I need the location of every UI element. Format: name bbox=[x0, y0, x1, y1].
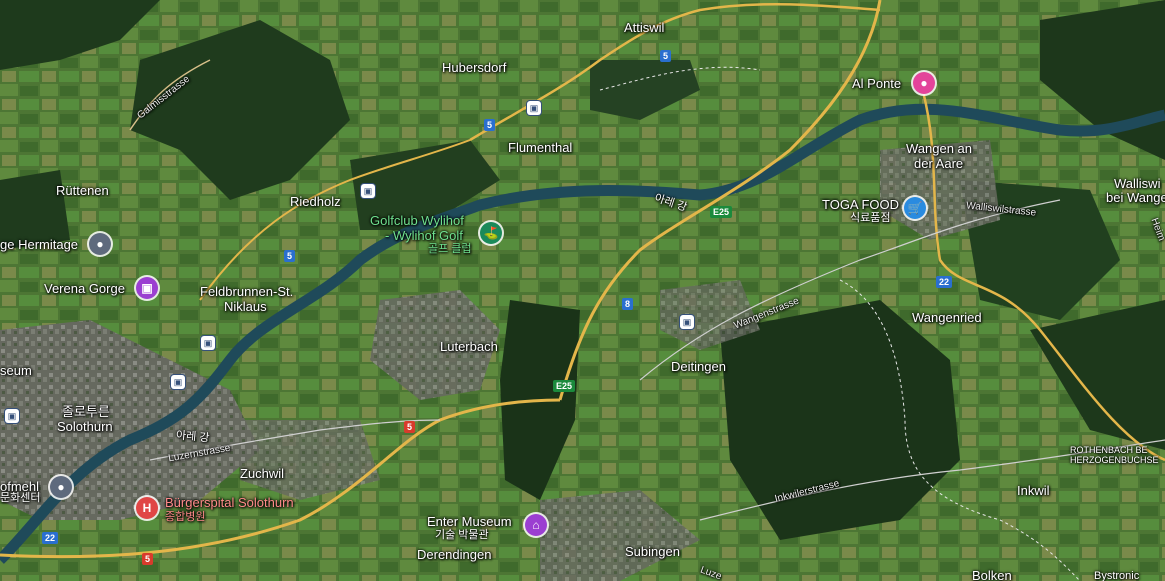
train-station-icon[interactable]: ▣ bbox=[361, 184, 375, 198]
place-hermitage[interactable]: ge Hermitage bbox=[0, 237, 78, 252]
shopping-cart-pin-icon[interactable]: 🛒 bbox=[904, 197, 926, 219]
place-al-ponte[interactable]: Al Ponte bbox=[852, 76, 901, 91]
train-station-icon[interactable]: ▣ bbox=[527, 101, 541, 115]
place-zuchwil[interactable]: Zuchwil bbox=[240, 466, 284, 481]
train-station-icon[interactable]: ▣ bbox=[171, 375, 185, 389]
road-shield-5: 5 bbox=[404, 421, 416, 433]
place-subingen[interactable]: Subingen bbox=[625, 544, 680, 559]
place-museum-ko[interactable]: 기술 박물관 bbox=[435, 529, 489, 541]
place-buergerspital-ko[interactable]: 종합병원 bbox=[165, 511, 205, 523]
hospital-pin-icon[interactable]: H bbox=[136, 497, 158, 519]
golf-pin-icon[interactable]: ⛳ bbox=[480, 222, 502, 244]
place-wangen-an[interactable]: Wangen an bbox=[906, 141, 972, 156]
place-flumenthal[interactable]: Flumenthal bbox=[508, 140, 572, 155]
place-wangenried[interactable]: Wangenried bbox=[912, 310, 982, 325]
place-pin-icon[interactable]: ● bbox=[50, 476, 72, 498]
place-toga-food-ko[interactable]: 식료품점 bbox=[850, 212, 890, 224]
road-shield-5: 5 bbox=[484, 119, 496, 131]
place-verena-gorge[interactable]: Verena Gorge bbox=[44, 281, 125, 296]
place-wylihof-golf[interactable]: - Wylihof Golf bbox=[385, 228, 463, 243]
place-attiswil[interactable]: Attiswil bbox=[624, 20, 664, 35]
place-golf-ko[interactable]: 골프 클럽 bbox=[428, 243, 472, 255]
landmark-pin-icon[interactable]: ● bbox=[89, 233, 111, 255]
map-view[interactable]: Attiswil Hubersdorf Flumenthal Al Ponte … bbox=[0, 0, 1165, 581]
place-inkwil[interactable]: Inkwil bbox=[1017, 483, 1050, 498]
train-station-icon[interactable]: ▣ bbox=[5, 409, 19, 423]
place-bolken[interactable]: Bolken bbox=[972, 568, 1012, 581]
road-shield-e25: E25 bbox=[710, 206, 733, 218]
road-shield-5: 5 bbox=[660, 50, 672, 62]
place-ruttenen[interactable]: Rüttenen bbox=[56, 183, 109, 198]
place-toga-food[interactable]: TOGA FOOD bbox=[822, 197, 899, 212]
place-solothurn[interactable]: Solothurn bbox=[57, 419, 113, 434]
place-riedholz[interactable]: Riedholz bbox=[290, 194, 341, 209]
hotel-pin-icon[interactable]: ● bbox=[913, 72, 935, 94]
place-niklaus[interactable]: Niklaus bbox=[224, 299, 267, 314]
place-walliswil[interactable]: Walliswi bbox=[1114, 176, 1160, 191]
place-feldbrunnen[interactable]: Feldbrunnen-St. bbox=[200, 284, 293, 299]
road-shield-8: 8 bbox=[622, 298, 634, 310]
road-shield-5: 5 bbox=[142, 553, 154, 565]
museum-pin-icon[interactable]: ⌂ bbox=[525, 514, 547, 536]
place-golfclub[interactable]: Golfclub Wylihof bbox=[370, 213, 464, 228]
train-station-icon[interactable]: ▣ bbox=[680, 315, 694, 329]
place-deitingen[interactable]: Deitingen bbox=[671, 359, 726, 374]
place-bei-wangen[interactable]: bei Wange bbox=[1106, 190, 1165, 205]
place-buergerspital[interactable]: Bürgerspital Solothurn bbox=[165, 495, 294, 510]
photo-pin-icon[interactable]: ▣ bbox=[136, 277, 158, 299]
road-shield-5: 5 bbox=[284, 250, 296, 262]
place-derendingen[interactable]: Derendingen bbox=[417, 547, 491, 562]
place-enter-museum[interactable]: Enter Museum bbox=[427, 514, 512, 529]
place-der-aare[interactable]: der Aare bbox=[914, 156, 963, 171]
place-solothurn-ko[interactable]: 졸로투른 bbox=[62, 404, 110, 419]
road-shield-22: 22 bbox=[936, 276, 953, 288]
place-museum-partial[interactable]: seum bbox=[0, 363, 32, 378]
place-hubersdorf[interactable]: Hubersdorf bbox=[442, 60, 506, 75]
road-shield-e25: E25 bbox=[553, 380, 576, 392]
place-bystronic[interactable]: Bystronic bbox=[1094, 570, 1139, 581]
place-culture-center-ko[interactable]: 문화센터 bbox=[0, 492, 40, 504]
road-shield-22: 22 bbox=[42, 532, 59, 544]
train-station-icon[interactable]: ▣ bbox=[201, 336, 215, 350]
place-luterbach[interactable]: Luterbach bbox=[440, 339, 498, 354]
place-rothenbach-2[interactable]: HERZOGENBUCHSE bbox=[1070, 454, 1159, 466]
